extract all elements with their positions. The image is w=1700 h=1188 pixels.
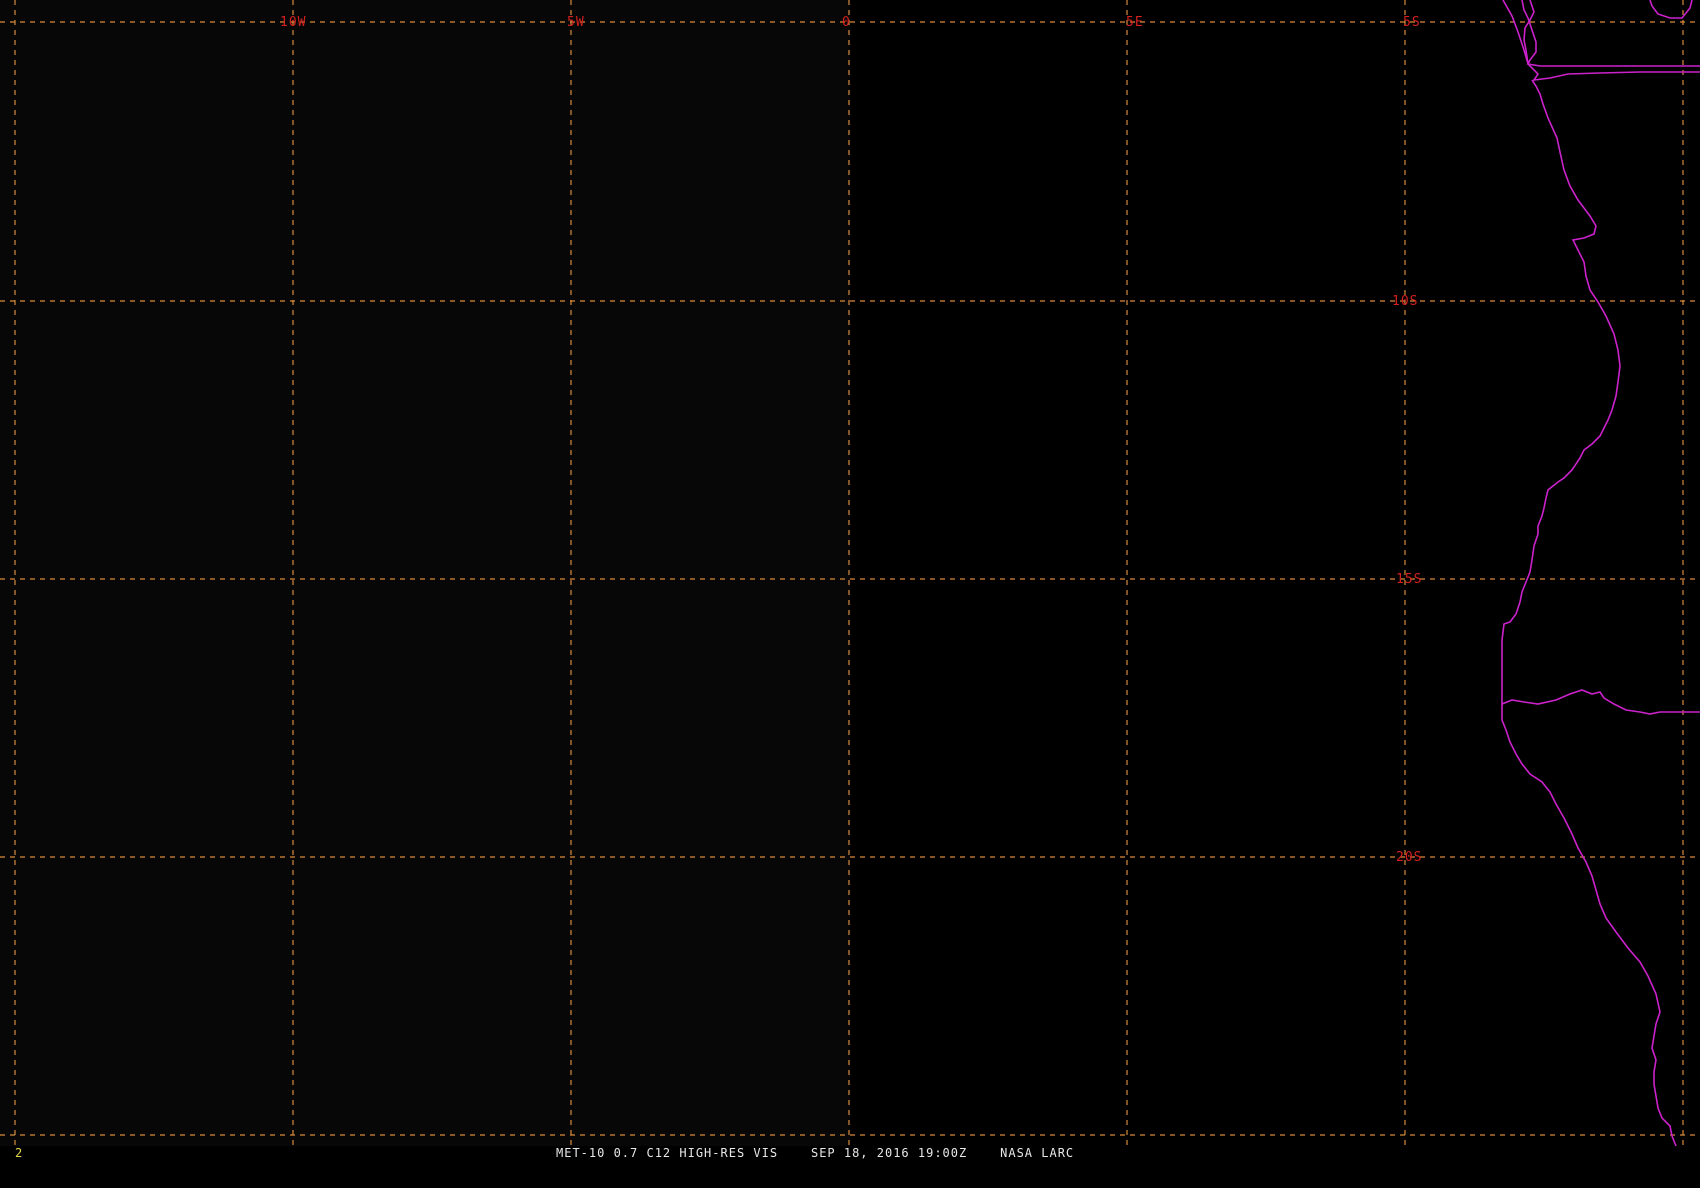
frame-number: 2	[15, 1146, 24, 1160]
longitude-label-5e: 5E	[1126, 15, 1144, 30]
country-border-angola-namibia	[1501, 689, 1700, 715]
longitude-label-5w: 5W	[567, 15, 585, 30]
country-border-north	[1521, 0, 1700, 67]
africa-coastline	[1501, 0, 1700, 1146]
latitude-label-20s: 20S	[1396, 850, 1422, 865]
latitude-label-10s: 10S	[1392, 294, 1418, 309]
map-overlay: 10W 5W 0 5E 5S 10S 15S 20S	[0, 0, 1700, 1146]
longitude-label-10w: 10W	[280, 15, 306, 30]
latitude-label-5s: 5S	[1403, 15, 1421, 30]
latitude-label-15s: 15S	[1396, 572, 1422, 587]
footer-caption-bar: 2 MET-10 0.7 C12 HIGH-RES VIS SEP 18, 20…	[0, 1146, 1700, 1160]
satellite-map: 10W 5W 0 5E 5S 10S 15S 20S	[0, 0, 1700, 1160]
image-caption: MET-10 0.7 C12 HIGH-RES VIS SEP 18, 2016…	[556, 1146, 1075, 1160]
longitude-label-0: 0	[842, 15, 851, 30]
